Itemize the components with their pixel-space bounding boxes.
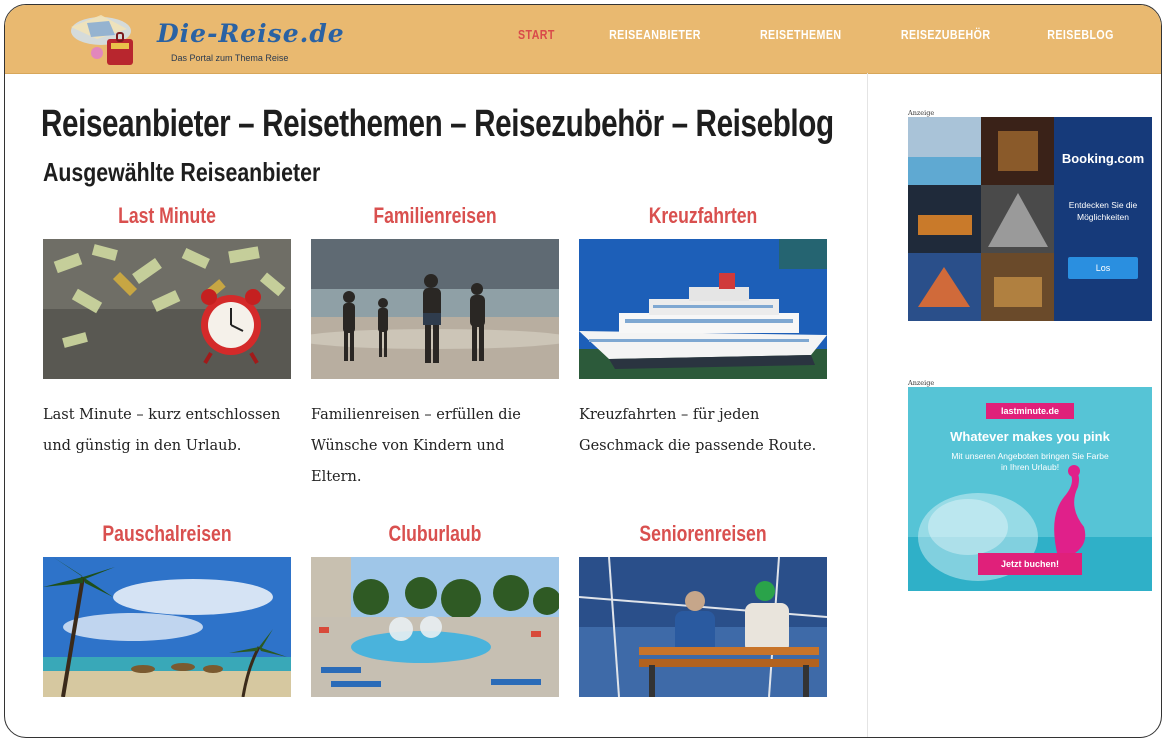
- nav-item-reiseblog[interactable]: REISEBLOG: [1031, 27, 1130, 42]
- browser-frame: Die-Reise.de Das Portal zum Thema Reise …: [4, 4, 1162, 738]
- site-header: Die-Reise.de Das Portal zum Thema Reise …: [5, 5, 1161, 74]
- booking-cta-button[interactable]: Los: [1068, 257, 1138, 279]
- card-pauschalreisen: Pauschalreisen: [43, 521, 291, 702]
- hotel-collage-image: [908, 117, 1054, 321]
- card-title-link[interactable]: Pauschalreisen: [68, 521, 266, 551]
- card-familienreisen: Familienreisen Familienreisen – erfüllen…: [295, 203, 575, 493]
- main-nav: START REISEANBIETER REISETHEMEN REISEZUB…: [494, 27, 1141, 42]
- card-title-link[interactable]: Seniorenreisen: [604, 521, 802, 551]
- booking-text: Entdecken Sie die Möglichkeiten: [1068, 200, 1138, 222]
- card-description: Kreuzfahrten – für jeden Geschmack die p…: [579, 407, 817, 454]
- sidebar: Anzeige Booking.com Entdecken Sie die Mö…: [867, 73, 1161, 737]
- page-title: Reiseanbieter – Reisethemen – Reisezubeh…: [41, 103, 834, 145]
- nav-item-reisezubehoer[interactable]: REISEZUBEHÖR: [884, 27, 1006, 42]
- card-last-minute: Last Minute Last Minute – kurz entschlos…: [43, 203, 291, 462]
- booking-panel: Booking.com Entdecken Sie die Möglichkei…: [1054, 117, 1152, 321]
- nav-item-start[interactable]: START: [502, 27, 572, 42]
- card-description: Familienreisen – erfüllen die Wünsche vo…: [311, 407, 521, 485]
- card-description: Last Minute – kurz entschlossen und güns…: [43, 407, 281, 454]
- lastminute-text: Mit unseren Angeboten bringen Sie Farbe …: [951, 451, 1109, 472]
- card-title-link[interactable]: Last Minute: [68, 203, 266, 233]
- lastminute-cta-button[interactable]: Jetzt buchen!: [978, 553, 1082, 575]
- card-seniorenreisen: Seniorenreisen: [578, 521, 828, 702]
- seniors-bench-photo[interactable]: [578, 556, 828, 698]
- nav-item-reiseanbieter[interactable]: REISEANBIETER: [593, 27, 718, 42]
- logo-tagline: Das Portal zum Thema Reise: [171, 53, 289, 63]
- alarm-clock-money-photo[interactable]: [43, 239, 291, 379]
- palm-beach-photo[interactable]: [43, 557, 291, 698]
- ad-label: Anzeige: [908, 109, 935, 117]
- card-title-link[interactable]: Cluburlaub: [336, 521, 534, 551]
- nav-item-reisethemen[interactable]: REISETHEMEN: [744, 27, 858, 42]
- section-title: Ausgewählte Reiseanbieter: [43, 157, 321, 187]
- family-beach-photo[interactable]: [295, 239, 575, 379]
- club-pool-photo[interactable]: [311, 557, 561, 697]
- lastminute-logo: lastminute.de: [986, 403, 1074, 419]
- booking-ad[interactable]: Booking.com Entdecken Sie die Möglichkei…: [908, 117, 1152, 321]
- card-cluburlaub: Cluburlaub: [311, 521, 561, 702]
- booking-brand: Booking.com: [1061, 151, 1145, 166]
- lastminute-ad[interactable]: lastminute.de Whatever makes you pink Mi…: [908, 387, 1152, 591]
- lastminute-headline: Whatever makes you pink: [950, 429, 1110, 444]
- card-kreuzfahrten: Kreuzfahrten Kreuzfahrten – für jeden Ge…: [579, 203, 827, 462]
- card-title-link[interactable]: Kreuzfahrten: [604, 203, 802, 233]
- travel-logo-icon[interactable]: [57, 9, 157, 71]
- card-title-link[interactable]: Familienreisen: [336, 203, 534, 233]
- ad-label: Anzeige: [908, 379, 935, 387]
- main-content: Reiseanbieter – Reisethemen – Reisezubeh…: [5, 73, 867, 737]
- cruise-ship-photo[interactable]: [579, 239, 827, 379]
- logo-title[interactable]: Die-Reise.de: [157, 19, 345, 48]
